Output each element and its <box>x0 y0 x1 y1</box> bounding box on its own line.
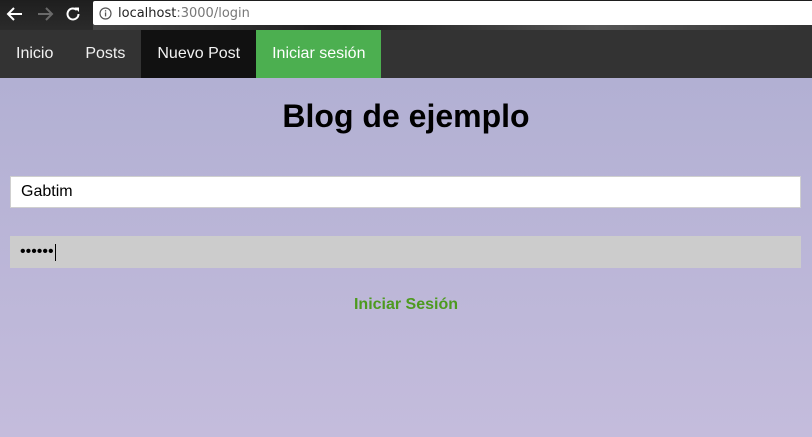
site-nav: Inicio Posts Nuevo Post Iniciar sesión <box>0 30 812 78</box>
username-value: Gabtim <box>21 183 73 200</box>
text-caret <box>54 243 56 261</box>
address-bar[interactable]: localhost:3000/login <box>93 1 812 25</box>
password-input[interactable]: •••••• <box>10 236 801 268</box>
nav-item-iniciar-sesion[interactable]: Iniciar sesión <box>256 30 382 78</box>
arrow-left-icon[interactable] <box>4 3 26 25</box>
nav-item-inicio[interactable]: Inicio <box>0 30 69 78</box>
nav-item-nuevo-post[interactable]: Nuevo Post <box>141 30 257 78</box>
info-icon[interactable] <box>99 6 112 20</box>
login-button[interactable]: Iniciar Sesión <box>0 296 812 314</box>
url-host: localhost <box>118 5 177 21</box>
url-path: :3000/login <box>176 5 250 21</box>
arrow-right-icon[interactable] <box>34 3 56 25</box>
login-page: Blog de ejemplo Gabtim •••••• Iniciar Se… <box>0 78 812 437</box>
page-title: Blog de ejemplo <box>282 98 530 134</box>
browser-toolbar: localhost:3000/login <box>0 0 812 30</box>
nav-item-posts[interactable]: Posts <box>69 30 141 78</box>
url-text: localhost:3000/login <box>118 6 250 21</box>
username-input[interactable]: Gabtim <box>10 176 801 208</box>
password-value: •••••• <box>20 243 54 260</box>
reload-icon[interactable] <box>62 3 84 25</box>
